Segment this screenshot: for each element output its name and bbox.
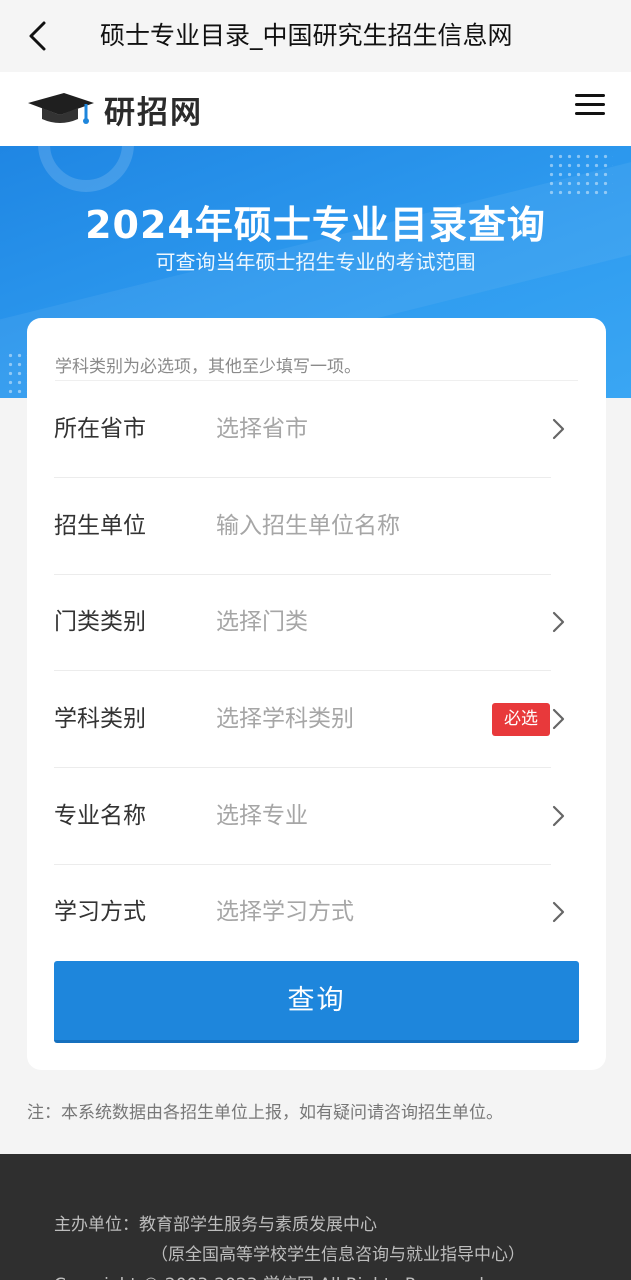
discipline-field[interactable]: 学科类别 选择学科类别 必选 [54, 671, 565, 768]
search-form-card: 学科类别为必选项，其他至少填写一项。 所在省市 选择省市 招生单位 输入招生单位… [27, 318, 606, 1070]
decorative-dots [547, 152, 613, 198]
chevron-right-icon [552, 611, 565, 633]
chevron-left-icon [29, 21, 46, 51]
menu-button[interactable] [575, 94, 605, 124]
field-label: 专业名称 [54, 803, 146, 829]
site-logo[interactable]: 研招网 [26, 86, 203, 132]
field-placeholder: 选择学科类别 [216, 706, 354, 732]
study-mode-field[interactable]: 学习方式 选择学习方式 [54, 864, 565, 961]
field-label: 学习方式 [54, 899, 146, 925]
search-button[interactable]: 查询 [54, 961, 579, 1043]
banner-title: 2024年硕士专业目录查询 [85, 203, 546, 247]
footer: 主办单位：教育部学生服务与素质发展中心 （原全国高等学校学生信息咨询与就业指导中… [0, 1154, 631, 1280]
field-label: 门类类别 [54, 609, 146, 635]
hamburger-icon-bar [575, 112, 605, 115]
field-placeholder: 选择门类 [216, 609, 308, 635]
hamburger-icon-bar [575, 103, 605, 106]
major-field[interactable]: 专业名称 选择专业 [54, 768, 565, 865]
decorative-dots [6, 351, 28, 395]
chevron-right-icon [552, 901, 565, 923]
field-placeholder: 输入招生单位名称 [216, 513, 400, 539]
banner-subtitle: 可查询当年硕士招生专业的考试范围 [155, 250, 476, 274]
chevron-right-icon [552, 418, 565, 440]
decorative-ring [38, 146, 134, 192]
category-field[interactable]: 门类类别 选择门类 [54, 574, 565, 671]
chevron-right-icon [552, 708, 565, 730]
title-bar: 硕士专业目录_中国研究生招生信息网 [0, 0, 631, 72]
footer-copyright: Copyright © 2003-2023 学信网 All Rights Res… [54, 1270, 484, 1280]
field-label: 所在省市 [54, 416, 146, 442]
chevron-right-icon [552, 805, 565, 827]
graduation-cap-icon [28, 93, 94, 124]
back-button[interactable] [20, 18, 56, 54]
form-hint: 学科类别为必选项，其他至少填写一项。 [55, 357, 361, 377]
province-field[interactable]: 所在省市 选择省市 [54, 381, 565, 478]
footer-sponsor: 主办单位：教育部学生服务与素质发展中心 [54, 1215, 377, 1235]
field-label: 招生单位 [54, 513, 146, 539]
footer-former-name: （原全国高等学校学生信息咨询与就业指导中心） [151, 1245, 525, 1265]
field-placeholder: 选择省市 [216, 416, 308, 442]
logo-text: 研招网 [104, 94, 203, 131]
page-title: 硕士专业目录_中国研究生招生信息网 [100, 21, 513, 50]
required-badge: 必选 [492, 703, 550, 736]
site-header: 研招网 [0, 72, 631, 146]
field-placeholder: 选择学习方式 [216, 899, 354, 925]
field-placeholder: 选择专业 [216, 803, 308, 829]
institution-input[interactable]: 招生单位 输入招生单位名称 [54, 478, 551, 575]
hamburger-icon-bar [575, 94, 605, 97]
field-label: 学科类别 [54, 706, 146, 732]
data-note: 注：本系统数据由各招生单位上报，如有疑问请咨询招生单位。 [27, 1103, 503, 1123]
